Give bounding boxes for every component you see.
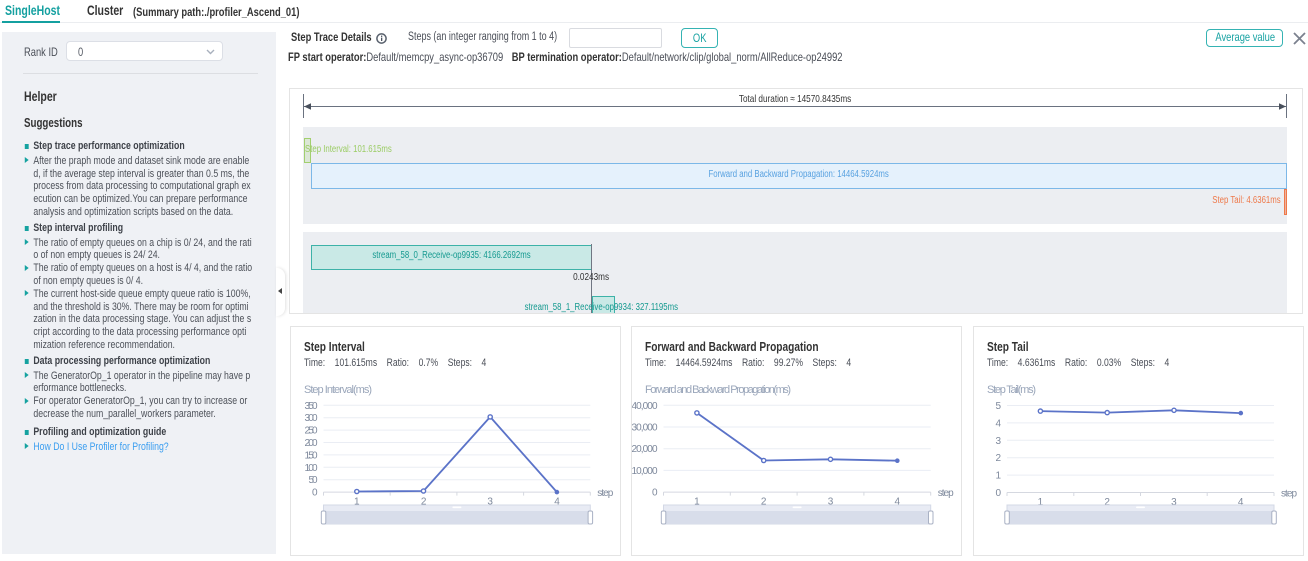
svg-text:300: 300 (304, 413, 317, 424)
svg-text:10,000: 10,000 (632, 465, 658, 476)
svg-text:3: 3 (995, 435, 1001, 446)
svg-text:step: step (1281, 488, 1297, 499)
svg-text:0: 0 (311, 487, 317, 498)
svg-text:0: 0 (651, 487, 657, 498)
svg-text:Step Tail(ms): Step Tail(ms) (987, 384, 1036, 396)
svg-text:20,000: 20,000 (632, 444, 658, 455)
svg-text:0: 0 (995, 488, 1001, 499)
svg-text:50: 50 (308, 475, 317, 486)
svg-text:2: 2 (995, 453, 1001, 464)
svg-text:1: 1 (995, 470, 1001, 481)
svg-text:350: 350 (304, 400, 317, 411)
svg-text:Step Interval(ms): Step Interval(ms) (304, 384, 372, 396)
svg-text:30,000: 30,000 (632, 422, 658, 433)
svg-text:step: step (597, 488, 613, 499)
svg-text:40,000: 40,000 (632, 400, 658, 411)
svg-text:200: 200 (304, 438, 317, 449)
svg-text:5: 5 (995, 401, 1001, 412)
svg-text:step: step (937, 488, 953, 499)
svg-text:250: 250 (304, 425, 317, 436)
svg-text:100: 100 (304, 462, 317, 473)
svg-text:150: 150 (304, 450, 317, 461)
svg-text:Forward and Backward Propagati: Forward and Backward Propagation(ms) (645, 384, 791, 396)
svg-text:4: 4 (995, 418, 1001, 429)
